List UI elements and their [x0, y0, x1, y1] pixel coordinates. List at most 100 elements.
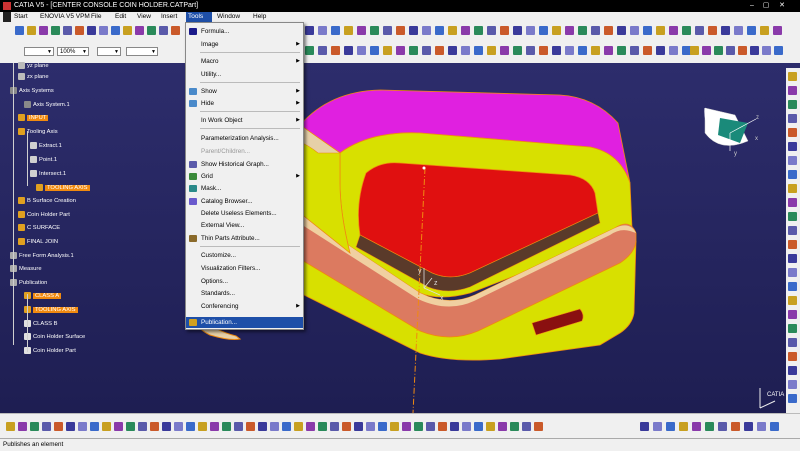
- toolbar-tool-icon[interactable]: [174, 422, 183, 431]
- tree-node[interactable]: INPUT: [18, 113, 49, 123]
- tools-menu-item-external-view[interactable]: External View...: [186, 220, 303, 231]
- toolbar-tool-icon[interactable]: [513, 26, 522, 35]
- tree-node[interactable]: Measure: [10, 264, 42, 274]
- toolbar-tool-icon[interactable]: [448, 26, 457, 35]
- tools-menu-item-publication[interactable]: Publication...: [186, 317, 303, 328]
- tools-menu-item-customize[interactable]: Customize...: [186, 250, 303, 261]
- menu-insert[interactable]: Insert: [159, 12, 179, 22]
- toolbar-tool-icon[interactable]: [318, 422, 327, 431]
- maximize-icon[interactable]: ▢: [760, 1, 772, 11]
- tools-menu-item-thin-parts-attribute[interactable]: Thin Parts Attribute...: [186, 233, 303, 244]
- toolbar-tool-icon[interactable]: [526, 46, 535, 55]
- toolbar-tool-icon[interactable]: [344, 26, 353, 35]
- toolbar-tool-icon[interactable]: [630, 46, 639, 55]
- toolbar-tool-icon[interactable]: [354, 422, 363, 431]
- toolbar-tool-icon[interactable]: [788, 100, 797, 109]
- toolbar-tool-icon[interactable]: [669, 26, 678, 35]
- toolbar-tool-icon[interactable]: [788, 338, 797, 347]
- toolbar-tool-icon[interactable]: [111, 26, 120, 35]
- toolbar-tool-icon[interactable]: [102, 422, 111, 431]
- toolbar-tool-icon[interactable]: [679, 422, 688, 431]
- toolbar-tool-icon[interactable]: [396, 46, 405, 55]
- toolbar-tool-icon[interactable]: [90, 422, 99, 431]
- toolbar-tool-icon[interactable]: [539, 26, 548, 35]
- toolbar-tool-icon[interactable]: [788, 226, 797, 235]
- menu-file[interactable]: File: [89, 12, 103, 22]
- tools-menu-item-options[interactable]: Options...: [186, 276, 303, 287]
- tree-node[interactable]: Intersect.1: [30, 169, 66, 179]
- toolbar-tool-icon[interactable]: [435, 46, 444, 55]
- toolbar-tool-icon[interactable]: [171, 26, 180, 35]
- toolbar-tool-icon[interactable]: [788, 366, 797, 375]
- toolbar-tool-icon[interactable]: [30, 422, 39, 431]
- tree-node[interactable]: Point.1: [30, 155, 57, 165]
- toolbar-tool-icon[interactable]: [788, 170, 797, 179]
- toolbar-tool-icon[interactable]: [726, 46, 735, 55]
- tree-node[interactable]: yz plane: [18, 61, 49, 71]
- toolbar-tool-icon[interactable]: [54, 422, 63, 431]
- toolbar-tool-icon[interactable]: [474, 46, 483, 55]
- toolbar-tool-icon[interactable]: [462, 422, 471, 431]
- menu-enovia[interactable]: ENOVIA V5 VPM: [38, 12, 92, 22]
- toolbar-tool-icon[interactable]: [66, 422, 75, 431]
- toolbar-tool-icon[interactable]: [744, 422, 753, 431]
- toolbar-tool-icon[interactable]: [788, 114, 797, 123]
- toolbar-tool-icon[interactable]: [702, 46, 711, 55]
- toolbar-tool-icon[interactable]: [75, 26, 84, 35]
- toolbar-tool-icon[interactable]: [51, 26, 60, 35]
- tree-node[interactable]: Axis System.1: [24, 100, 70, 110]
- tree-node[interactable]: Publication: [10, 278, 47, 288]
- toolbar-tool-icon[interactable]: [487, 26, 496, 35]
- toolbar-tool-icon[interactable]: [138, 422, 147, 431]
- toolbar-tool-icon[interactable]: [788, 86, 797, 95]
- toolbar-tool-icon[interactable]: [306, 422, 315, 431]
- toolbar-tool-icon[interactable]: [450, 422, 459, 431]
- toolbar-tool-icon[interactable]: [565, 26, 574, 35]
- toolbar-tool-icon[interactable]: [788, 282, 797, 291]
- toolbar-tool-icon[interactable]: [198, 422, 207, 431]
- toolbar-tool-icon[interactable]: [396, 26, 405, 35]
- menu-start[interactable]: Start: [12, 12, 30, 22]
- toolbar-tool-icon[interactable]: [78, 422, 87, 431]
- toolbar-tool-icon[interactable]: [552, 26, 561, 35]
- toolbar-tool-icon[interactable]: [643, 46, 652, 55]
- toolbar-tool-icon[interactable]: [788, 142, 797, 151]
- toolbar-tool-icon[interactable]: [788, 394, 797, 403]
- toolbar-tool-icon[interactable]: [643, 26, 652, 35]
- toolbar-tool-icon[interactable]: [604, 26, 613, 35]
- toolbar-tool-icon[interactable]: [147, 26, 156, 35]
- tree-node[interactable]: TOOLING AXIS: [36, 183, 90, 193]
- toolbar-tool-icon[interactable]: [222, 422, 231, 431]
- toolbar-tool-icon[interactable]: [39, 26, 48, 35]
- toolbar-tool-icon[interactable]: [461, 26, 470, 35]
- close-icon[interactable]: ✕: [776, 1, 788, 11]
- toolbar-tool-icon[interactable]: [474, 422, 483, 431]
- toolbar-tool-icon[interactable]: [747, 26, 756, 35]
- tools-menu-item-hide[interactable]: Hide ▶: [186, 98, 303, 109]
- toolbar-tool-icon[interactable]: [714, 46, 723, 55]
- toolbar-tool-icon[interactable]: [18, 422, 27, 431]
- toolbar-tool-icon[interactable]: [305, 26, 314, 35]
- toolbar-tool-icon[interactable]: [552, 46, 561, 55]
- toolbar-tool-icon[interactable]: [500, 46, 509, 55]
- toolbar-tool-icon[interactable]: [99, 26, 108, 35]
- toolbar-tool-icon[interactable]: [708, 26, 717, 35]
- toolbar-tool-icon[interactable]: [409, 46, 418, 55]
- toolbar-tool-icon[interactable]: [788, 296, 797, 305]
- toolbar-tool-icon[interactable]: [565, 46, 574, 55]
- toolbar-tool-icon[interactable]: [330, 422, 339, 431]
- toolbar-tool-icon[interactable]: [370, 26, 379, 35]
- toolbar-tool-icon[interactable]: [246, 422, 255, 431]
- toolbar-tool-icon[interactable]: [42, 422, 51, 431]
- toolbar-tool-icon[interactable]: [331, 46, 340, 55]
- toolbar-tool-icon[interactable]: [539, 46, 548, 55]
- catia-app-icon[interactable]: [3, 2, 11, 10]
- toolbar-tool-icon[interactable]: [591, 26, 600, 35]
- toolbar-tool-icon[interactable]: [788, 352, 797, 361]
- toolbar-tool-icon[interactable]: [126, 422, 135, 431]
- font-combo[interactable]: ▼: [97, 47, 121, 56]
- toolbar-tool-icon[interactable]: [578, 26, 587, 35]
- toolbar-tool-icon[interactable]: [788, 240, 797, 249]
- toolbar-tool-icon[interactable]: [774, 46, 783, 55]
- toolbar-tool-icon[interactable]: [500, 26, 509, 35]
